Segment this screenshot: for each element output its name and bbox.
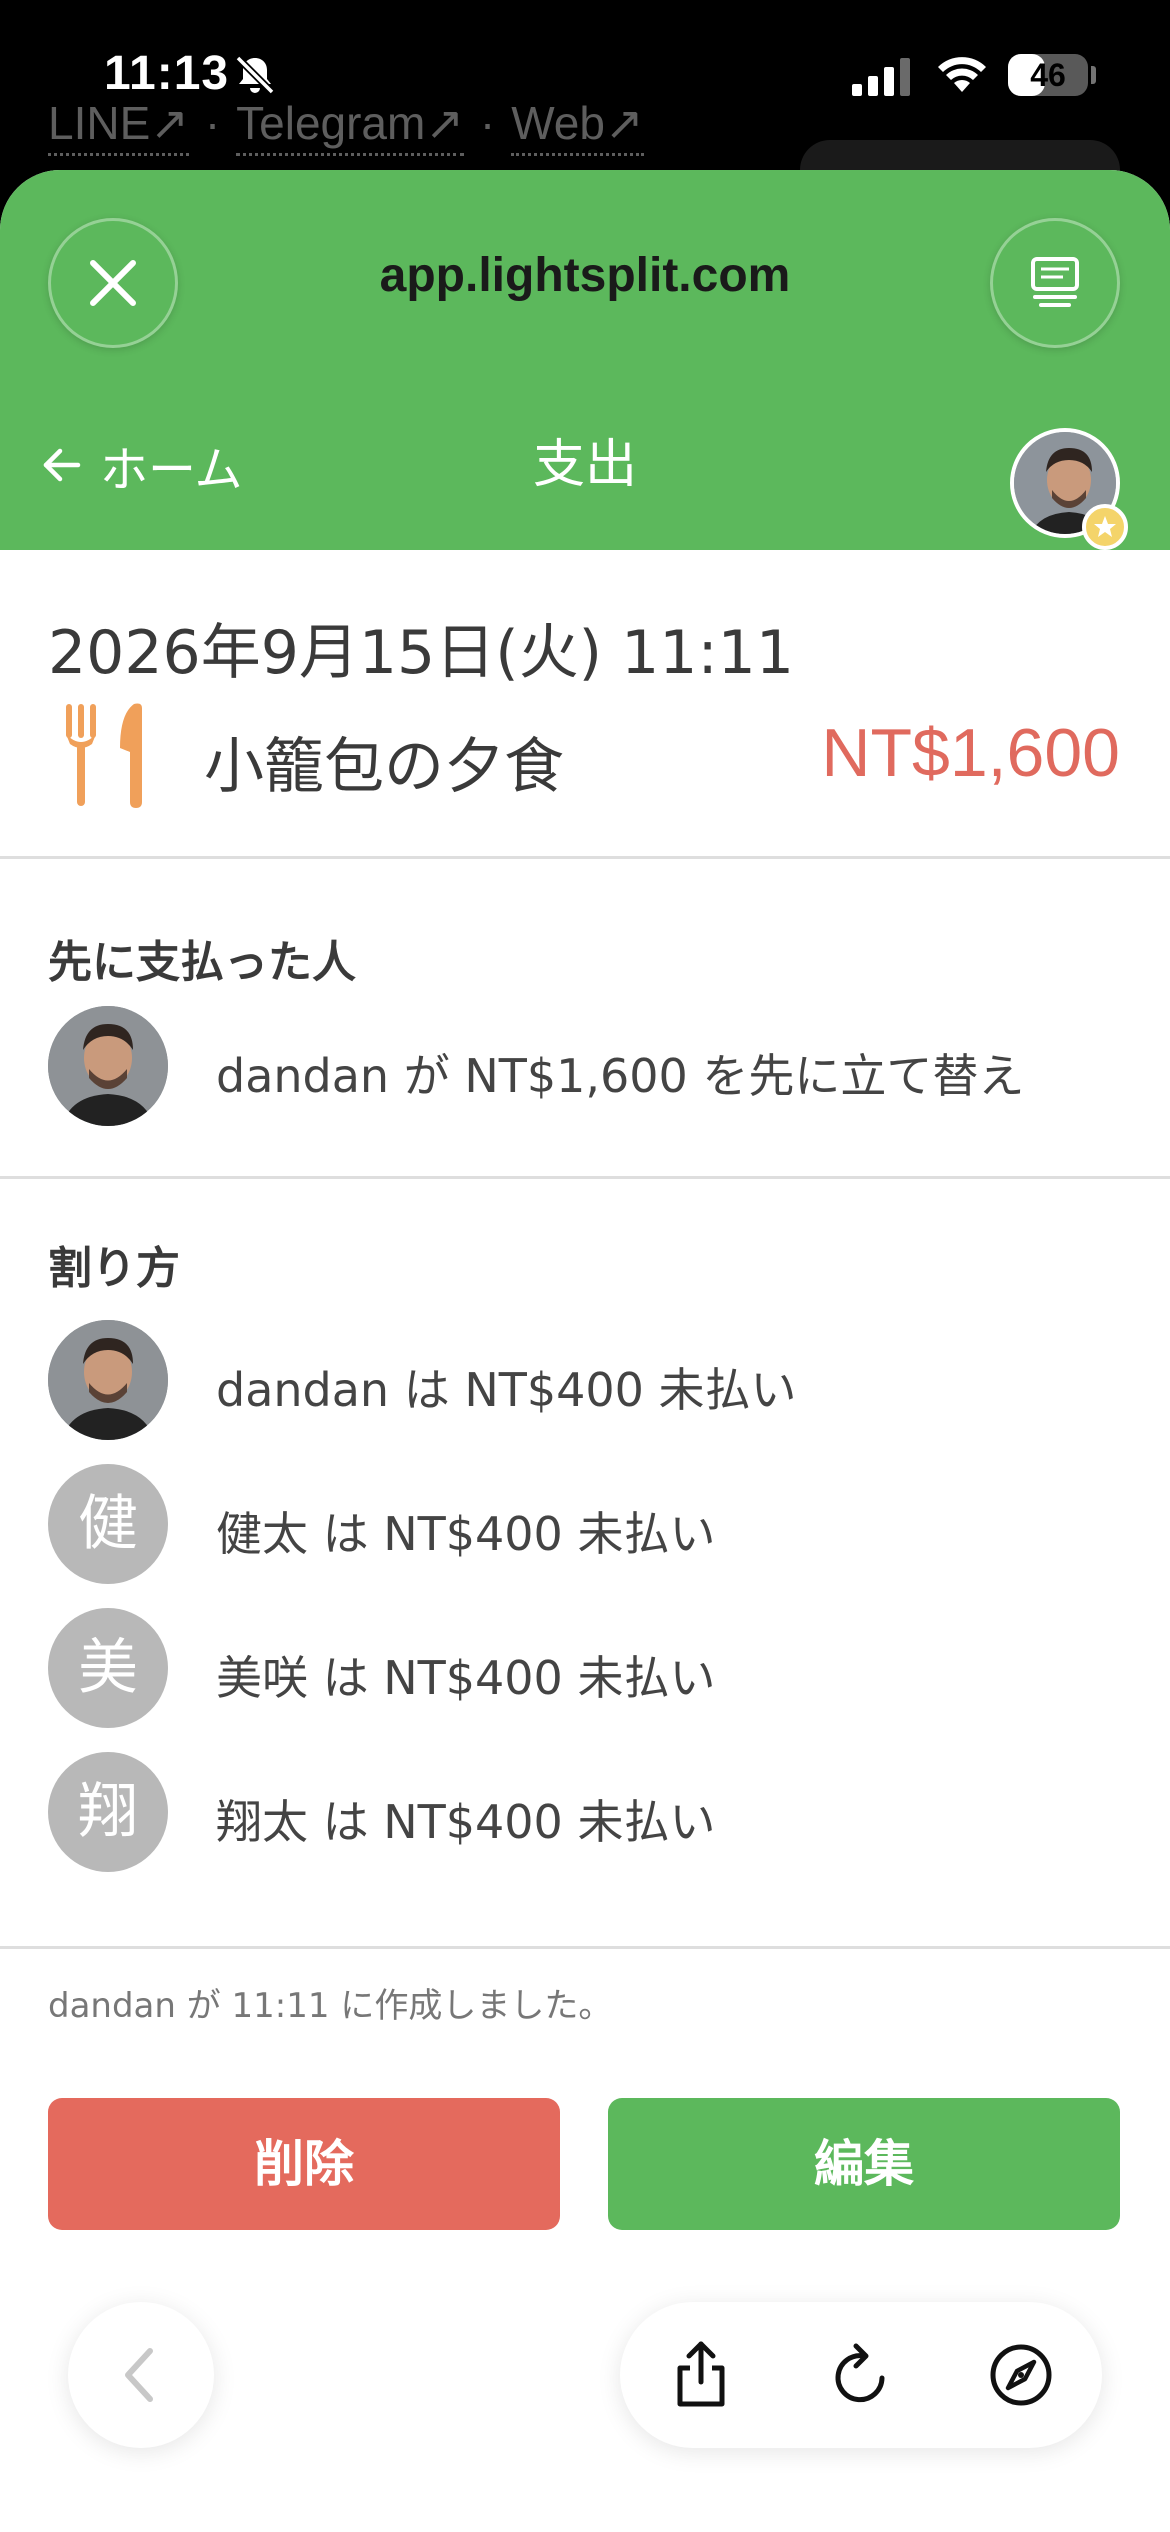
wifi-icon xyxy=(938,57,986,92)
cellular-signal-icon xyxy=(852,58,910,96)
split-member-text: 美咲 は NT$400 未払い xyxy=(216,1651,716,1705)
browser-bar: app.lightsplit.com xyxy=(0,170,1170,390)
bell-slash-icon xyxy=(235,55,275,95)
avatar xyxy=(48,1006,168,1126)
battery-cap xyxy=(1091,66,1096,84)
avatar-initial: 健 xyxy=(48,1464,168,1584)
share-icon[interactable] xyxy=(666,2340,736,2410)
link-separator: · xyxy=(479,97,496,149)
split-member-text: 健太 は NT$400 未払い xyxy=(216,1507,716,1561)
expense-amount: NT$1,600 xyxy=(821,715,1120,791)
avatar xyxy=(48,1320,168,1440)
battery-indicator: 46 xyxy=(1008,54,1088,96)
split-member-row: 健 健太 は NT$400 未払い xyxy=(0,1464,1170,1584)
reload-icon[interactable] xyxy=(826,2340,896,2410)
reader-view-button[interactable] xyxy=(990,218,1120,348)
payer-text: dandan が NT$1,600 を先に立て替え xyxy=(216,1049,1025,1103)
avatar-initial: 美 xyxy=(48,1608,168,1728)
battery-percent: 46 xyxy=(1030,57,1066,93)
expense-summary: 小籠包の夕食 NT$1,600 xyxy=(0,700,1170,820)
status-time: 11:13 xyxy=(104,47,230,100)
app-header: ホーム 支出 xyxy=(0,390,1170,550)
split-section-title: 割り方 xyxy=(48,1243,180,1294)
user-photo xyxy=(48,1320,168,1440)
browser-toolbar xyxy=(620,2302,1102,2448)
avatar-initial: 翔 xyxy=(48,1752,168,1872)
split-member-row: dandan は NT$400 未払い xyxy=(0,1320,1170,1440)
edit-button[interactable]: 編集 xyxy=(608,2098,1120,2230)
status-bar: 11:13 46 LINE↗ · Telegram↗ · Web↗ xyxy=(0,0,1170,200)
background-page-links: LINE↗ · Telegram↗ · Web↗ xyxy=(48,96,644,156)
split-member-text: dandan は NT$400 未払い xyxy=(216,1363,797,1417)
divider xyxy=(0,856,1170,859)
user-photo xyxy=(48,1006,168,1126)
paid-section-title: 先に支払った人 xyxy=(48,937,356,988)
chevron-left-icon xyxy=(125,2348,153,2402)
line-link: LINE↗ xyxy=(48,97,189,156)
divider xyxy=(0,1946,1170,1949)
link-separator: · xyxy=(204,97,221,149)
expense-name: 小籠包の夕食 xyxy=(204,732,564,802)
split-member-text: 翔太 は NT$400 未払い xyxy=(216,1795,716,1849)
delete-button[interactable]: 削除 xyxy=(48,2098,560,2230)
payer-row: dandan が NT$1,600 を先に立て替え xyxy=(0,1006,1170,1126)
expense-datetime: 2026年9月15日(火) 11:11 xyxy=(48,618,795,688)
star-badge-icon xyxy=(1082,504,1128,550)
desktop-view-icon xyxy=(1031,257,1079,307)
compass-icon[interactable] xyxy=(986,2340,1056,2410)
page-title: 支出 xyxy=(532,435,637,495)
divider xyxy=(0,1176,1170,1179)
split-member-row: 翔 翔太 は NT$400 未払い xyxy=(0,1752,1170,1872)
split-member-row: 美 美咲 は NT$400 未払い xyxy=(0,1608,1170,1728)
telegram-link: Telegram↗ xyxy=(236,97,464,156)
browser-back-button[interactable] xyxy=(68,2302,214,2448)
created-note: dandan が 11:11 に作成しました。 xyxy=(48,1986,613,2026)
fork-knife-icon xyxy=(66,703,142,808)
web-link: Web↗ xyxy=(511,97,644,156)
